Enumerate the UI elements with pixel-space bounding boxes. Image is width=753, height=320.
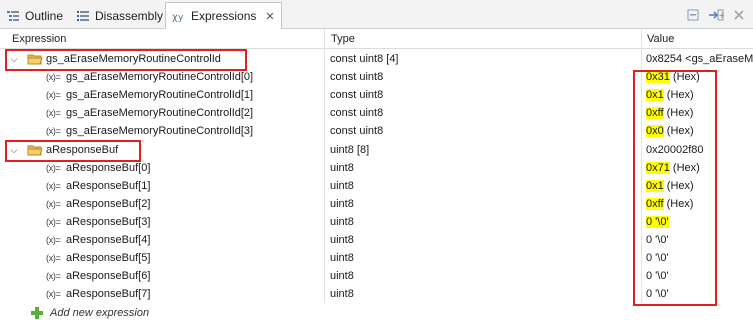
variable-icon: (x)= xyxy=(46,199,61,209)
variable-icon: (x)= xyxy=(46,289,61,299)
add-icon xyxy=(31,307,43,319)
expression-type: uint8 xyxy=(330,216,354,228)
expression-type: uint8 xyxy=(330,252,354,264)
variable-icon: (x)= xyxy=(46,235,61,245)
annotation-box xyxy=(633,70,717,306)
column-header-type[interactable]: Type xyxy=(326,29,355,49)
variable-icon: (x)= xyxy=(46,108,61,118)
expression-type: uint8 xyxy=(330,288,354,300)
expression-value[interactable]: 0x8254 <gs_aEraseM xyxy=(646,50,753,68)
expression-type: uint8 xyxy=(330,234,354,246)
column-header-value[interactable]: Value xyxy=(642,29,674,49)
variable-icon: (x)= xyxy=(46,271,61,281)
tab-disassembly-label: Disassembly xyxy=(95,8,164,23)
expression-type: const uint8 xyxy=(330,71,384,83)
variable-icon: (x)= xyxy=(46,126,61,136)
column-header-expression[interactable]: Expression xyxy=(7,29,66,49)
tab-expressions[interactable]: χy Expressions ✕ xyxy=(165,2,282,30)
remove-icon[interactable] xyxy=(731,7,747,23)
expression-name: gs_aEraseMemoryRoutineControlId[2] xyxy=(66,107,254,119)
tab-expressions-label: Expressions xyxy=(191,9,257,23)
svg-text:y: y xyxy=(178,13,184,23)
expression-name: aResponseBuf[3] xyxy=(66,216,151,228)
expression-type: const uint8 xyxy=(330,125,384,137)
add-new-expression-label: Add new expression xyxy=(50,307,150,319)
view-tab-bar: Outline Disassembly χy Expressions ✕ + xyxy=(0,0,753,30)
expression-type: const uint8 xyxy=(330,107,384,119)
expression-name: aResponseBuf[1] xyxy=(66,180,151,192)
expression-type: uint8 xyxy=(330,162,354,174)
tab-outline-label: Outline xyxy=(25,8,64,23)
expression-type: uint8 [8] xyxy=(330,144,370,156)
variable-icon: (x)= xyxy=(46,90,61,100)
expressions-table: Expression Type Value ⌵ gs_aEraseMemoryR… xyxy=(0,29,753,320)
expression-name: aResponseBuf[2] xyxy=(66,198,151,210)
variable-icon: (x)= xyxy=(46,217,61,227)
svg-text:+: + xyxy=(719,11,725,20)
expressions-icon: χy xyxy=(172,9,186,23)
add-new-expression[interactable]: Add new expression xyxy=(0,305,330,320)
expression-type: uint8 xyxy=(330,180,354,192)
variable-icon: (x)= xyxy=(46,253,61,263)
expression-type: const uint8 [4] xyxy=(330,53,399,65)
annotation-box xyxy=(5,49,247,71)
variable-icon: (x)= xyxy=(46,181,61,191)
outline-icon xyxy=(6,9,20,23)
expression-name: aResponseBuf[6] xyxy=(66,270,151,282)
add-expression-icon[interactable]: + xyxy=(708,7,724,23)
tab-disassembly[interactable]: Disassembly xyxy=(70,2,169,29)
disassembly-icon xyxy=(76,9,90,23)
expression-type: uint8 xyxy=(330,198,354,210)
tab-outline[interactable]: Outline xyxy=(0,2,69,29)
expression-name: gs_aEraseMemoryRoutineControlId[3] xyxy=(66,125,254,137)
expression-name: aResponseBuf[4] xyxy=(66,234,151,246)
annotation-box xyxy=(5,140,141,162)
expression-name: aResponseBuf[5] xyxy=(66,252,151,264)
expression-type: const uint8 xyxy=(330,89,384,101)
close-icon[interactable]: ✕ xyxy=(265,10,274,23)
expression-name: aResponseBuf[7] xyxy=(66,288,151,300)
expression-name: gs_aEraseMemoryRoutineControlId[1] xyxy=(66,89,254,101)
expression-type: uint8 xyxy=(330,270,354,282)
collapse-all-icon[interactable] xyxy=(685,7,701,23)
